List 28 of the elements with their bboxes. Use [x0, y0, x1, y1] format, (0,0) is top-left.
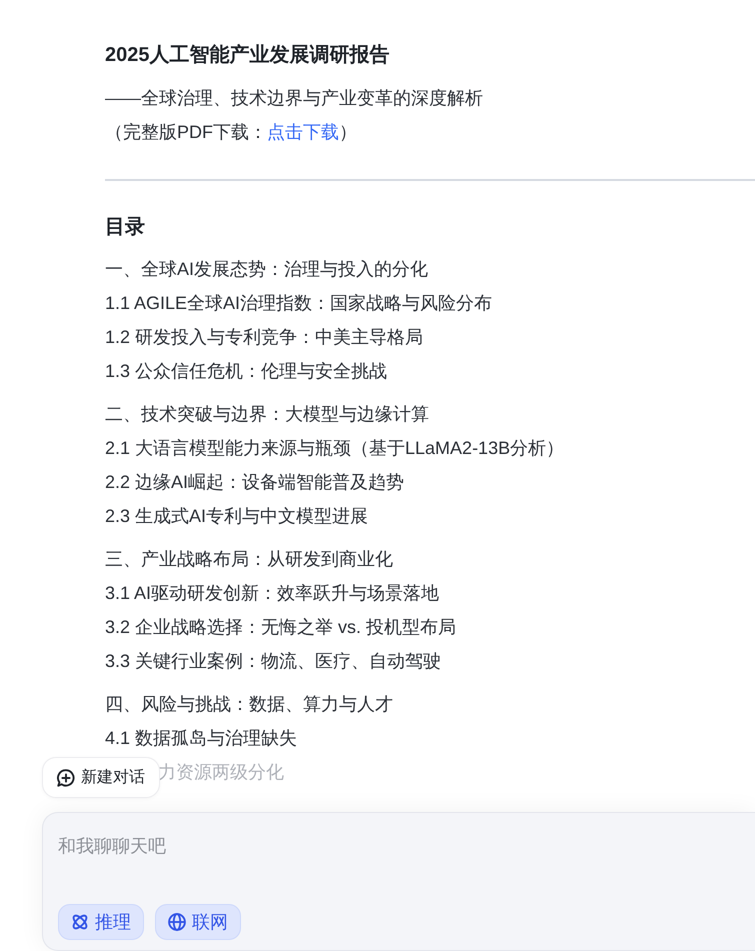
toc-item: 3.1 AI驱动研发创新：效率跃升与场景落地: [105, 582, 440, 605]
chat-plus-icon: [57, 768, 75, 786]
toc-item: 3.2 企业战略选择：无悔之举 vs. 投机型布局: [105, 616, 456, 639]
toc-section-title: 四、风险与挑战：数据、算力与人才: [105, 693, 393, 716]
toc-item: 4.1 数据孤岛与治理缺失: [105, 727, 298, 750]
new-chat-button[interactable]: 新建对话: [42, 757, 160, 798]
web-search-button[interactable]: 联网: [155, 904, 241, 940]
toc-section-title: 三、产业战略布局：从研发到商业化: [105, 548, 393, 571]
toc-item: 1.3 公众信任危机：伦理与安全挑战: [105, 360, 388, 383]
reasoning-button[interactable]: 推理: [58, 904, 144, 940]
toc-item: 2.1 大语言模型能力来源与瓶颈（基于LLaMA2-13B分析）: [105, 437, 564, 460]
chat-input-box[interactable]: 和我聊聊天吧 推理 联网: [42, 812, 755, 951]
toc-item: 2.2 边缘AI崛起：设备端智能普及趋势: [105, 471, 404, 494]
toc-item: 2.3 生成式AI专利与中文模型进展: [105, 505, 368, 528]
download-link[interactable]: 点击下载: [267, 122, 339, 142]
download-note: （完整版PDF下载：点击下载）: [105, 121, 357, 144]
atom-icon: [71, 913, 89, 931]
globe-icon: [168, 913, 186, 931]
toc-section-title: 一、全球AI发展态势：治理与投入的分化: [105, 258, 428, 281]
report-title: 2025人工智能产业发展调研报告: [105, 42, 390, 68]
message-input-field[interactable]: 和我聊聊天吧: [58, 833, 739, 891]
toc-item: 1.2 研发投入与专利竞争：中美主导格局: [105, 326, 424, 349]
toc-item: 3.3 关键行业案例：物流、医疗、自动驾驶: [105, 650, 442, 673]
toc-item: 力资源两级分化: [158, 761, 284, 784]
toc-item: 1.1 AGILE全球AI治理指数：国家战略与风险分布: [105, 292, 492, 315]
toc-section-title: 二、技术突破与边界：大模型与边缘计算: [105, 403, 429, 426]
toc-heading: 目录: [105, 215, 145, 240]
report-subtitle: ——全球治理、技术边界与产业变革的深度解析: [105, 87, 483, 110]
